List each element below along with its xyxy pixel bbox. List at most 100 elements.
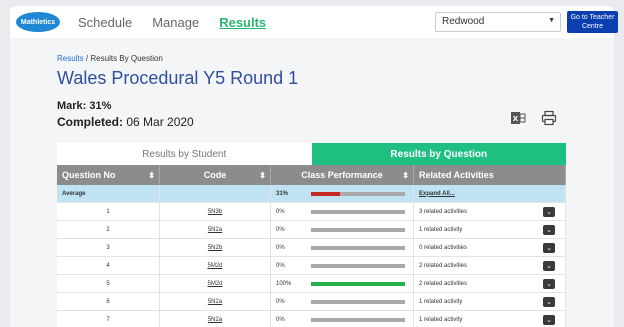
performance-bar-fill [311,192,341,196]
code-link[interactable]: 5M2d [207,281,222,287]
nav-results[interactable]: Results [219,15,266,30]
average-activities: Expand All... [414,185,566,202]
code-link[interactable]: 5N2a [208,227,222,233]
performance-bar [311,264,405,268]
related-activities: 3 related activities ⌄ [414,203,566,220]
header-code-label: Code [203,170,227,180]
average-code [160,185,271,202]
related-activities-label: 1 related activity [419,226,463,233]
performance-pct: 100% [276,280,292,287]
header-code[interactable]: Code ⬍ [160,165,271,185]
code-link[interactable]: 5N2a [208,299,222,305]
sort-icon: ⬍ [259,170,266,180]
school-select-value: Redwood [442,16,485,27]
code-link[interactable]: 5N2a [208,317,222,323]
teacher-centre-label-1: Go to Teacher [570,14,615,21]
mathletics-logo[interactable]: Mathletics [16,12,60,32]
page-title: Wales Procedural Y5 Round 1 [57,68,299,88]
chevron-down-icon[interactable]: ⌄ [543,243,555,253]
performance-pct: 0% [276,262,285,269]
table-row: 4 5M2d 0% 2 related activities ⌄ [57,257,566,275]
main-nav: Schedule Manage Results [78,15,266,30]
school-select[interactable]: Redwood ▼ [435,12,561,32]
header-class-performance-label: Class Performance [301,170,383,180]
performance-bar-fill [311,282,405,286]
chevron-down-icon[interactable]: ⌄ [543,207,555,217]
performance-bar [311,210,405,214]
question-code: 5N2a [160,221,271,238]
code-link[interactable]: 5N3b [208,209,222,215]
question-no: 6 [57,293,160,310]
average-label: Average [57,185,160,202]
print-icon[interactable] [540,109,558,127]
header-question-no[interactable]: Question No ⬍ [57,165,160,185]
completed-summary: Completed: 06 Mar 2020 [57,115,194,129]
header-question-no-label: Question No [62,170,116,180]
class-performance: 0% [271,293,414,310]
question-no: 5 [57,275,160,292]
chevron-down-icon[interactable]: ⌄ [543,315,555,325]
chevron-down-icon[interactable]: ⌄ [543,279,555,289]
chevron-down-icon[interactable]: ⌄ [543,261,555,271]
class-performance: 0% [271,203,414,220]
table-row: 1 5N3b 0% 3 related activities ⌄ [57,203,566,221]
performance-bar [311,228,405,232]
teacher-centre-label-2: Centre [581,23,603,30]
question-code: 5N2b [160,239,271,256]
breadcrumb-results-link[interactable]: Results [57,54,84,63]
expand-all-link[interactable]: Expand All... [419,191,455,197]
class-performance: 100% [271,275,414,292]
mark-summary: Mark: 31% [57,100,111,112]
class-performance: 0% [271,221,414,238]
table-row: 2 5N2a 0% 1 related activity ⌄ [57,221,566,239]
sort-icon: ⬍ [402,170,409,180]
question-code: 5M2d [160,275,271,292]
related-activities: 1 related activity ⌄ [414,221,566,238]
related-activities-label: 1 related activity [419,316,463,323]
nav-manage[interactable]: Manage [152,15,199,30]
class-performance: 0% [271,239,414,256]
average-performance: 31% [271,185,414,202]
performance-bar [311,300,405,304]
chevron-down-icon[interactable]: ⌄ [543,297,555,307]
performance-bar [311,246,405,250]
related-activities-label: 1 related activity [419,298,463,305]
question-code: 5N3b [160,203,271,220]
performance-pct: 0% [276,226,285,233]
question-code: 5N2a [160,311,271,327]
header-class-performance[interactable]: Class Performance ⬍ [271,165,414,185]
question-code: 5N2a [160,293,271,310]
performance-pct: 0% [276,316,285,323]
performance-pct: 0% [276,244,285,251]
tab-results-by-student[interactable]: Results by Student [57,143,312,165]
performance-bar [311,318,405,322]
chevron-down-icon: ▼ [548,17,555,24]
breadcrumb-current: Results By Question [90,54,163,63]
export-excel-icon[interactable]: X [509,109,527,127]
performance-bar [311,282,405,286]
results-tabs: Results by Student Results by Question [57,143,566,165]
related-activities-label: 2 related activities [419,280,468,287]
code-link[interactable]: 5N2b [208,245,222,251]
tab-results-by-question[interactable]: Results by Question [311,143,566,165]
header-related-activities: Related Activities [414,165,566,185]
table-row: 6 5N2a 0% 1 related activity ⌄ [57,293,566,311]
mark-label: Mark: [57,100,87,112]
go-to-teacher-centre-button[interactable]: Go to Teacher Centre [567,11,618,33]
chevron-down-icon[interactable]: ⌄ [543,225,555,235]
related-activities-label: 0 related activities [419,244,468,251]
related-activities: 1 related activity ⌄ [414,293,566,310]
code-link[interactable]: 5M2d [207,263,222,269]
related-activities: 2 related activities ⌄ [414,275,566,292]
question-no: 7 [57,311,160,327]
question-no: 1 [57,203,160,220]
performance-pct: 0% [276,208,285,215]
related-activities: 2 related activities ⌄ [414,257,566,274]
related-activities: 1 related activity ⌄ [414,311,566,327]
average-pct: 31% [276,190,289,197]
top-navigation-bar: Mathletics Schedule Manage Results Redwo… [10,6,618,38]
nav-schedule[interactable]: Schedule [78,15,132,30]
question-no: 3 [57,239,160,256]
table-rows: 1 5N3b 0% 3 related activities ⌄ 2 5N2a 0% 1 rel… [57,203,566,327]
breadcrumb: Results / Results By Question [57,54,163,63]
